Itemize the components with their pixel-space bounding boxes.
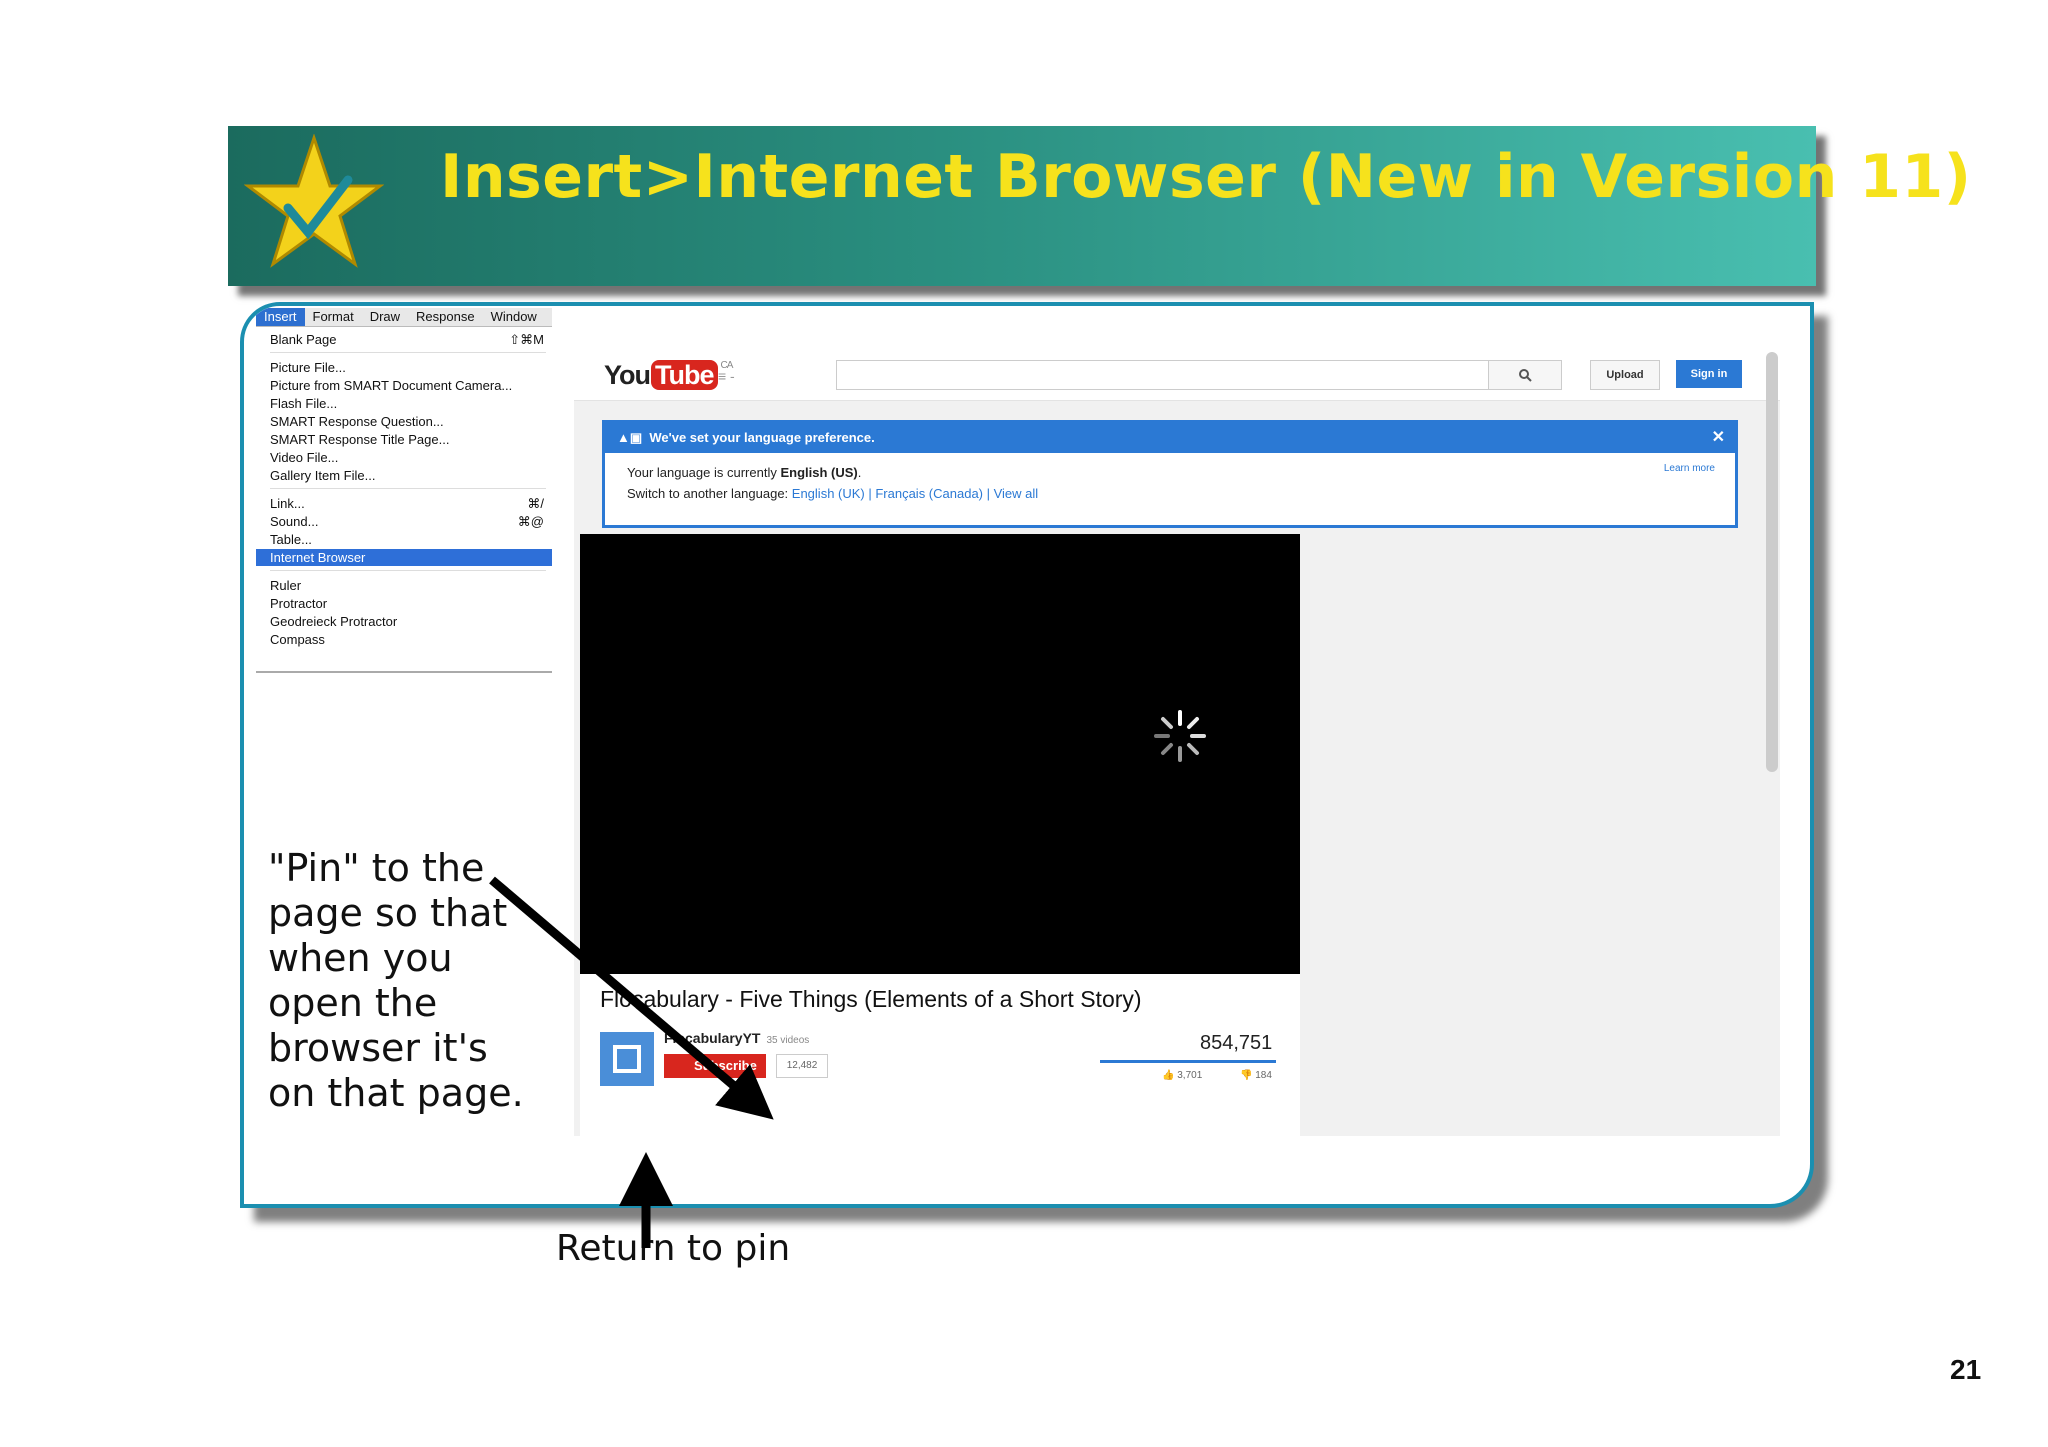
dislike-button[interactable]: 👎 184 (1240, 1070, 1272, 1081)
channel-name[interactable]: FlocabularyYT 35 videos (664, 1030, 809, 1046)
internet-browser[interactable]: You Tube CA ≡ - Upload Sign in ▲▣ We've se… (574, 346, 1780, 1136)
menu-item-gallery-item[interactable]: Gallery Item File... (256, 467, 552, 484)
upload-button[interactable]: Upload (1590, 360, 1660, 390)
menu-separator (270, 488, 546, 489)
menu-separator (270, 570, 546, 571)
menu-bar: Insert Format Draw Response Window (256, 308, 552, 327)
page-number: 21 (1950, 1354, 1982, 1385)
title-banner: Insert>Internet Browser (New in Version … (228, 126, 1971, 286)
people-icon: ▲▣ (617, 430, 650, 445)
channel-video-count: 35 videos (766, 1035, 810, 1046)
video-player[interactable] (580, 534, 1300, 974)
slide-title: Insert>Internet Browser (New in Version … (440, 142, 1972, 212)
subscriber-count: 12,482 (776, 1054, 828, 1078)
video-title: Flocabulary - Five Things (Elements of a… (600, 986, 1142, 1012)
language-switch-prefix: Switch to another language: (627, 486, 792, 501)
scrollbar[interactable] (1766, 352, 1778, 772)
language-current-line: Your language is currently English (US). (627, 465, 862, 480)
menu-response[interactable]: Response (408, 308, 483, 326)
menu-item-video-file[interactable]: Video File... (256, 449, 552, 466)
menu-item-geodreieck[interactable]: Geodreieck Protractor (256, 613, 552, 630)
shortcut-label: ⇧⌘M (509, 332, 544, 347)
menu-item-blank-page[interactable]: Blank Page ⇧⌘M (256, 331, 552, 348)
search-button[interactable] (1488, 360, 1562, 390)
search-icon (1519, 369, 1532, 382)
learn-more-link[interactable]: Learn more (1664, 463, 1715, 474)
guide-menu-icon[interactable]: ≡ - (718, 368, 735, 384)
close-icon[interactable]: ✕ (1712, 423, 1725, 453)
menu-insert[interactable]: Insert (256, 308, 305, 326)
menu-item-label: Link... (270, 496, 305, 511)
menu-item-table[interactable]: Table... (256, 531, 552, 548)
sign-in-button[interactable]: Sign in (1676, 360, 1742, 388)
menu-item-flash-file[interactable]: Flash File... (256, 395, 552, 412)
menu-item-response-title[interactable]: SMART Response Title Page... (256, 431, 552, 448)
menu-item-protractor[interactable]: Protractor (256, 595, 552, 612)
menu-item-compass[interactable]: Compass (256, 631, 552, 648)
menu-item-picture-camera[interactable]: Picture from SMART Document Camera... (256, 377, 552, 394)
shortcut-label: ⌘/ (527, 496, 544, 511)
menu-item-label: Blank Page (270, 332, 337, 347)
return-to-pin-text: Return to pin (556, 1228, 791, 1269)
language-current-prefix: Your language is currently (627, 465, 781, 480)
language-banner-header: ▲▣ We've set your language preference. ✕ (605, 423, 1735, 453)
language-switch-line: Switch to another language: English (UK)… (627, 486, 1038, 501)
menu-draw[interactable]: Draw (362, 308, 408, 326)
video-info: Flocabulary - Five Things (Elements of a… (580, 974, 1300, 1136)
like-ratio-bar (1100, 1060, 1276, 1063)
language-options-links[interactable]: English (UK) | Français (Canada) | View … (792, 486, 1038, 501)
pin-instruction-text: "Pin" to the page so that when you open … (268, 846, 524, 1115)
menu-item-response-question[interactable]: SMART Response Question... (256, 413, 552, 430)
star-checkmark-icon (244, 134, 384, 268)
language-banner-title: We've set your language preference. (649, 430, 875, 445)
loading-spinner-icon (1154, 710, 1206, 762)
insert-menu: Blank Page ⇧⌘M Picture File... Picture f… (256, 327, 552, 673)
menu-format[interactable]: Format (305, 308, 362, 326)
menu-item-link[interactable]: Link... ⌘/ (256, 495, 552, 512)
language-current-value: English (US) (780, 465, 858, 480)
dislike-count: 184 (1255, 1070, 1272, 1081)
language-banner: ▲▣ We've set your language preference. ✕… (602, 420, 1738, 528)
menu-item-sound[interactable]: Sound... ⌘@ (256, 513, 552, 530)
channel-avatar[interactable] (600, 1032, 654, 1086)
youtube-logo[interactable]: You Tube CA (604, 360, 733, 391)
menu-item-label: Sound... (270, 514, 319, 529)
thumbs-up-icon: 👍 (1162, 1070, 1178, 1081)
menu-item-picture-file[interactable]: Picture File... (256, 359, 552, 376)
logo-tube-text: Tube (651, 360, 718, 390)
youtube-header: You Tube CA ≡ - Upload Sign in (574, 346, 1780, 401)
thumbs-down-icon: 👎 (1240, 1070, 1256, 1081)
menu-window[interactable]: Window (483, 308, 545, 326)
menu-item-internet-browser[interactable]: Internet Browser (256, 549, 552, 566)
menu-separator (270, 352, 546, 353)
like-button[interactable]: 👍 3,701 (1162, 1070, 1202, 1081)
like-count: 3,701 (1177, 1070, 1203, 1081)
subscribe-button[interactable]: Subscribe (664, 1054, 766, 1078)
menu-item-ruler[interactable]: Ruler (256, 577, 552, 594)
logo-you-text: You (604, 360, 651, 390)
search-input[interactable] (836, 360, 1490, 390)
view-count: 854,751 (1200, 1032, 1273, 1054)
channel-name-text: FlocabularyYT (664, 1030, 761, 1046)
shortcut-label: ⌘@ (517, 514, 544, 529)
